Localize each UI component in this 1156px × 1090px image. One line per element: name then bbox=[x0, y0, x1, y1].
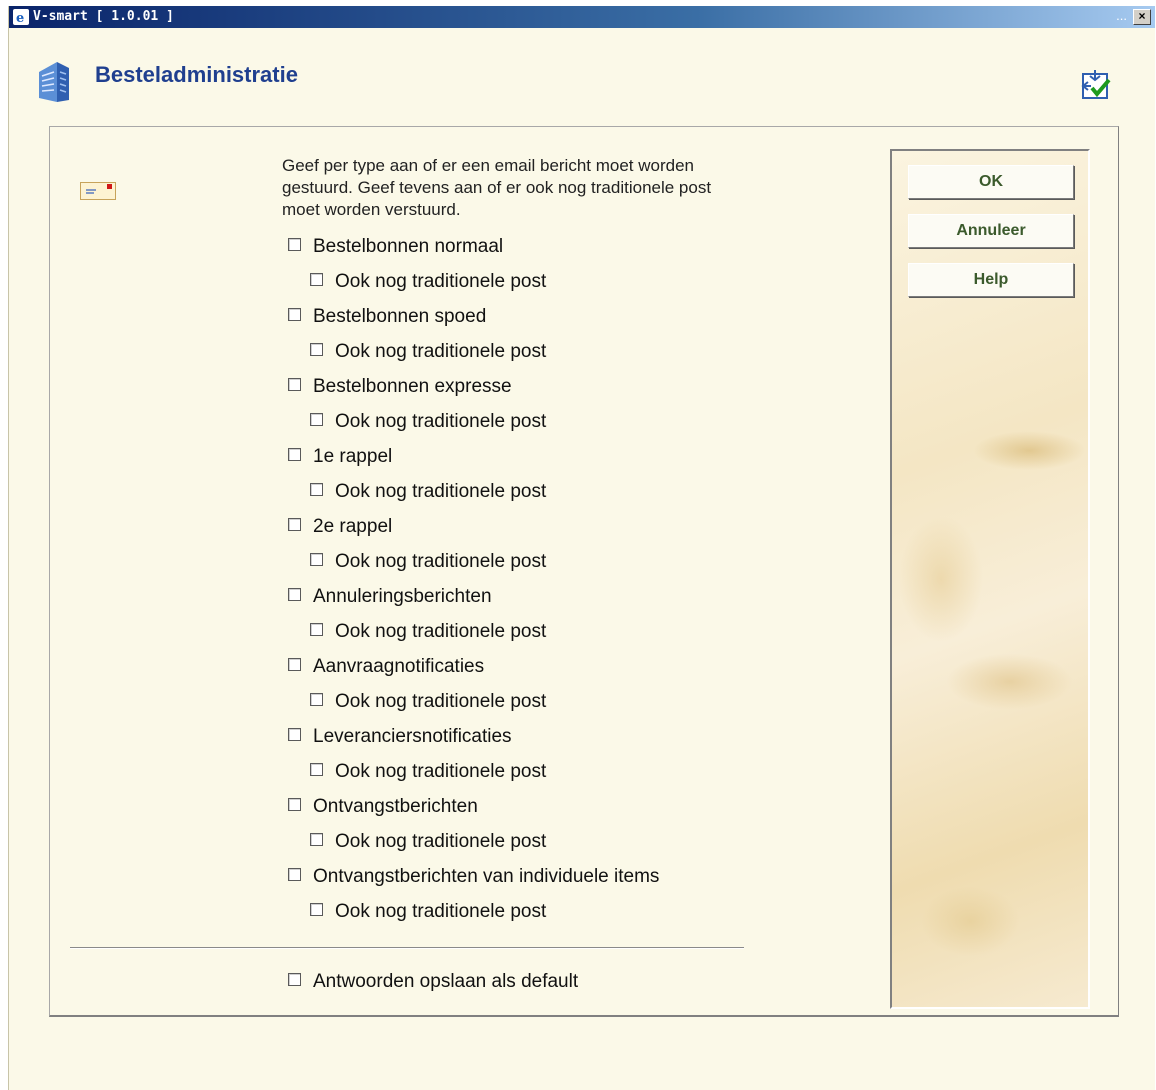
option-annuleringsberichten[interactable]: Annuleringsberichten bbox=[288, 585, 492, 609]
checkbox[interactable] bbox=[310, 273, 323, 287]
option-label: 1e rappel bbox=[313, 446, 393, 467]
checkbox[interactable] bbox=[288, 728, 301, 742]
checkbox[interactable] bbox=[288, 518, 301, 532]
button-sidebar: OK Annuleer Help bbox=[890, 149, 1090, 1009]
envelope-icon bbox=[80, 182, 116, 200]
cancel-button[interactable]: Annuleer bbox=[908, 214, 1074, 248]
option-bestelbonnen-expresse[interactable]: Bestelbonnen expresse bbox=[288, 375, 512, 399]
library-building-icon bbox=[39, 62, 69, 102]
option-label: Ook nog traditionele post bbox=[335, 481, 547, 502]
checkbox[interactable] bbox=[310, 693, 323, 707]
app-window: e V-smart [ 1.0.01 ] ... × Besteladminis… bbox=[8, 6, 1155, 1090]
checkbox[interactable] bbox=[288, 973, 301, 987]
option-label: Annuleringsberichten bbox=[313, 586, 492, 607]
option-bestelbonnen-spoed[interactable]: Bestelbonnen spoed bbox=[288, 305, 486, 329]
option-2e-rappel[interactable]: 2e rappel bbox=[288, 515, 392, 539]
option-post-bestelbonnen-spoed[interactable]: Ook nog traditionele post bbox=[310, 340, 546, 364]
checkbox[interactable] bbox=[288, 448, 301, 462]
page-title: Besteladministratie bbox=[95, 62, 298, 87]
option-label: Ook nog traditionele post bbox=[335, 411, 547, 432]
help-button[interactable]: Help bbox=[908, 263, 1074, 297]
checkbox[interactable] bbox=[310, 903, 323, 917]
option-label: Ook nog traditionele post bbox=[335, 271, 547, 292]
ok-button[interactable]: OK bbox=[908, 165, 1074, 199]
option-label: Ook nog traditionele post bbox=[335, 761, 547, 782]
option-label: Ook nog traditionele post bbox=[335, 341, 547, 362]
option-post-leveranciersnotificaties[interactable]: Ook nog traditionele post bbox=[310, 760, 546, 784]
option-post-aanvraagnotificaties[interactable]: Ook nog traditionele post bbox=[310, 690, 546, 714]
checkbox[interactable] bbox=[288, 308, 301, 322]
checkbox[interactable] bbox=[288, 798, 301, 812]
checkbox[interactable] bbox=[310, 763, 323, 777]
option-label: Ontvangstberichten bbox=[313, 796, 478, 817]
option-leveranciersnotificaties[interactable]: Leveranciersnotificaties bbox=[288, 725, 512, 749]
option-post-2e-rappel[interactable]: Ook nog traditionele post bbox=[310, 550, 546, 574]
svg-text:e: e bbox=[16, 11, 24, 25]
option-save-default[interactable]: Antwoorden opslaan als default bbox=[288, 970, 578, 994]
option-label: Ook nog traditionele post bbox=[335, 691, 547, 712]
title-bar: e V-smart [ 1.0.01 ] ... × bbox=[9, 6, 1155, 28]
checkbox[interactable] bbox=[310, 343, 323, 357]
option-1e-rappel[interactable]: 1e rappel bbox=[288, 445, 392, 469]
main-panel: Geef per type aan of er een email berich… bbox=[49, 126, 1119, 1017]
option-post-annuleringsberichten[interactable]: Ook nog traditionele post bbox=[310, 620, 546, 644]
option-label: Ook nog traditionele post bbox=[335, 551, 547, 572]
window-menu-dots[interactable]: ... bbox=[1116, 8, 1127, 23]
option-bestelbonnen-normaal[interactable]: Bestelbonnen normaal bbox=[288, 235, 503, 259]
checkbox[interactable] bbox=[310, 413, 323, 427]
ie-icon: e bbox=[13, 9, 29, 25]
option-label: Ook nog traditionele post bbox=[335, 831, 547, 852]
checkbox[interactable] bbox=[288, 658, 301, 672]
option-label: Bestelbonnen normaal bbox=[313, 236, 504, 257]
checkbox[interactable] bbox=[288, 238, 301, 252]
option-post-1e-rappel[interactable]: Ook nog traditionele post bbox=[310, 480, 546, 504]
option-label: Leveranciersnotificaties bbox=[313, 726, 512, 747]
option-label: 2e rappel bbox=[313, 516, 393, 537]
checkbox[interactable] bbox=[310, 483, 323, 497]
checkbox[interactable] bbox=[310, 833, 323, 847]
checkbox[interactable] bbox=[310, 623, 323, 637]
checkbox[interactable] bbox=[288, 868, 301, 882]
option-ontvangstberichten-items[interactable]: Ontvangstberichten van individuele items bbox=[288, 865, 659, 889]
option-label: Ook nog traditionele post bbox=[335, 901, 547, 922]
option-post-bestelbonnen-expresse[interactable]: Ook nog traditionele post bbox=[310, 410, 546, 434]
option-post-ontvangstberichten-items[interactable]: Ook nog traditionele post bbox=[310, 900, 546, 924]
divider bbox=[70, 947, 744, 949]
option-ontvangstberichten[interactable]: Ontvangstberichten bbox=[288, 795, 478, 819]
option-label: Bestelbonnen expresse bbox=[313, 376, 512, 397]
checkbox[interactable] bbox=[288, 588, 301, 602]
checkbox[interactable] bbox=[310, 553, 323, 567]
option-aanvraagnotificaties[interactable]: Aanvraagnotificaties bbox=[288, 655, 484, 679]
option-label: Ook nog traditionele post bbox=[335, 621, 547, 642]
option-label: Aanvraagnotificaties bbox=[313, 656, 485, 677]
option-label: Antwoorden opslaan als default bbox=[313, 971, 579, 992]
option-post-ontvangstberichten[interactable]: Ook nog traditionele post bbox=[310, 830, 546, 854]
close-button[interactable]: × bbox=[1133, 9, 1151, 25]
settings-check-icon[interactable] bbox=[1080, 68, 1114, 102]
option-label: Bestelbonnen spoed bbox=[313, 306, 487, 327]
window-title: V-smart [ 1.0.01 ] bbox=[33, 9, 174, 24]
checkbox[interactable] bbox=[288, 378, 301, 392]
instructions-text: Geef per type aan of er een email berich… bbox=[282, 156, 712, 219]
option-label: Ontvangstberichten van individuele items bbox=[313, 866, 660, 887]
option-post-bestelbonnen-normaal[interactable]: Ook nog traditionele post bbox=[310, 270, 546, 294]
